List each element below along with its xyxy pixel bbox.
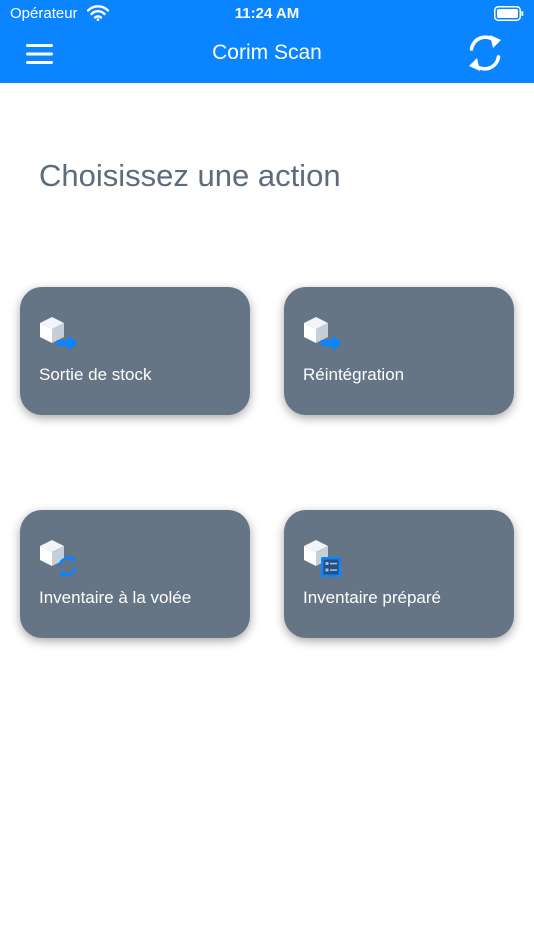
box-arrow-right-icon [40, 317, 78, 351]
action-tile-sortie-de-stock[interactable]: Sortie de stock [20, 287, 250, 415]
action-label: Réintégration [303, 365, 405, 384]
box-checklist-icon [304, 540, 341, 577]
action-label: Inventaire à la volée [39, 588, 192, 607]
box-refresh-icon [40, 540, 77, 578]
status-bar: Opérateur 11:24 AM [0, 0, 534, 28]
top-bar: Opérateur 11:24 AM Corim Scan [0, 0, 534, 83]
box-arrow-in-icon [304, 317, 342, 351]
status-time: 11:24 AM [234, 5, 300, 22]
battery-icon [494, 6, 524, 21]
app-title: Corim Scan [212, 41, 322, 64]
action-tile-inventaire-a-la-volee[interactable]: Inventaire à la volée [20, 510, 250, 638]
action-label: Sortie de stock [39, 365, 152, 384]
app-screen: Opérateur 11:24 AM Corim Scan Choisissez… [0, 0, 534, 950]
action-tile-inventaire-prepare[interactable]: Inventaire préparé [284, 510, 514, 638]
action-tile-reintegration[interactable]: Réintégration [284, 287, 514, 415]
page-title: Choisissez une action [39, 158, 341, 193]
sync-icon[interactable] [464, 32, 506, 74]
action-label: Inventaire préparé [303, 588, 441, 607]
nav-bar: Corim Scan [0, 28, 534, 83]
